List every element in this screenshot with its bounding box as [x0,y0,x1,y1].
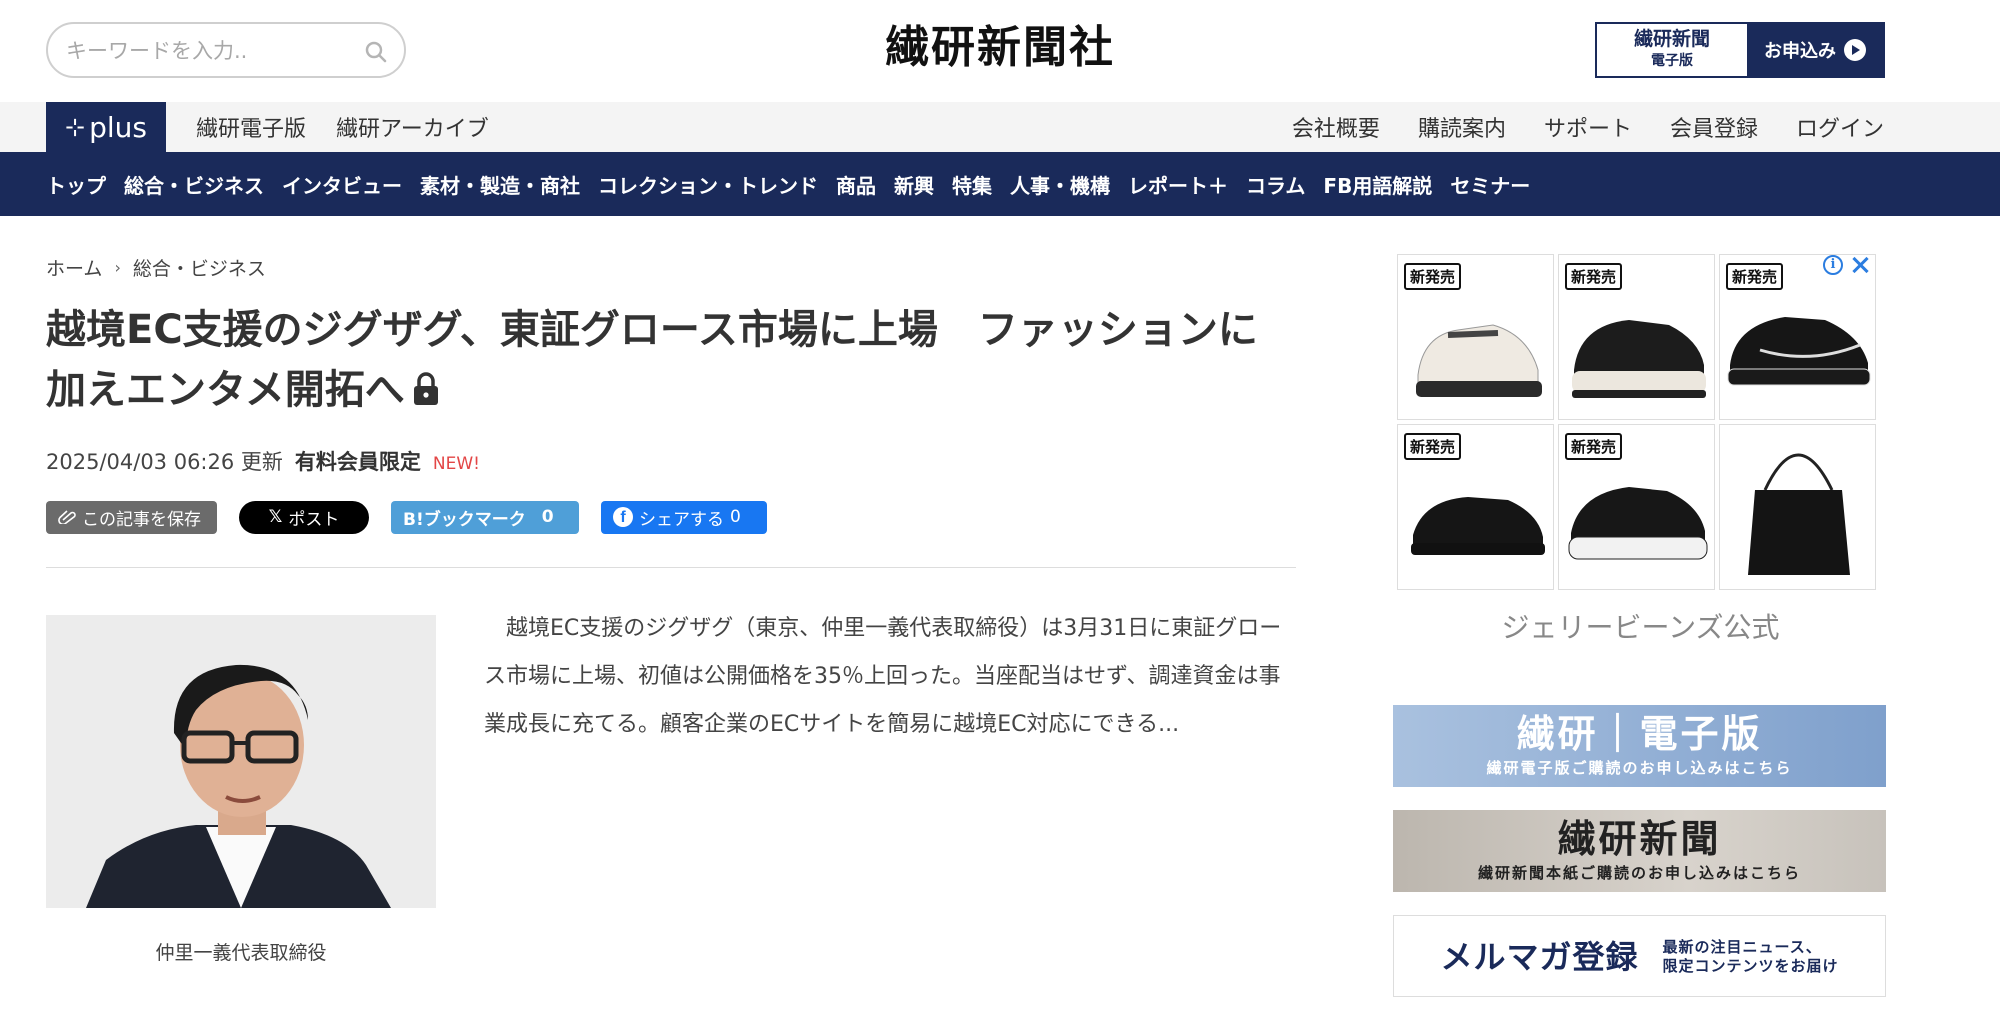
new-badge: NEW! [432,454,480,474]
handbag-image [1748,453,1850,575]
save-article-button[interactable]: この記事を保存 [46,500,217,534]
digital-edition-banner-title: 繊研｜電子版 [1516,711,1763,756]
new-release-badge: 新発売 [1726,263,1784,290]
plus-tab[interactable]: ⊹ plus [46,102,166,152]
nav-item-materials[interactable]: 素材・製造・商社 [420,170,580,199]
digital-edition-banner[interactable]: 繊研｜電子版 繊研電子版ご購読のお申し込みはこちら [1393,705,1886,787]
site-logo[interactable]: 繊研新聞社 [760,18,1240,78]
subscribe-product-type: 電子版 [1651,53,1693,69]
hatena-bookmark-button[interactable]: B!ブックマーク 0 [391,500,579,534]
ad-info-icon[interactable]: i [1823,255,1843,275]
search-box[interactable] [46,22,406,78]
product-ad[interactable]: 新発売 新発売 新発売 i 新発売 新発売 [1397,254,1884,591]
facebook-share-button[interactable]: f シェアする 0 [601,500,767,534]
ad-product-1[interactable]: 新発売 [1397,254,1554,420]
x-post-label: ポスト [288,509,340,530]
utility-nav: ⊹ plus 繊研電子版 繊研アーカイブ 会社概要 購読案内 サポート 会員登録… [0,102,2000,152]
nav-item-emerging[interactable]: 新興 [894,170,934,199]
article-title: 越境EC支援のジグザグ、東証グロース市場に上場 ファッションに加えエンタメ開拓へ [46,300,1296,420]
portrait-image [46,615,436,908]
article-body: 越境EC支援のジグザグ（東京、仲里一義代表取締役）は3月31日に東証グロース市場… [484,616,1282,737]
paid-member-label: 有料会員限定 [294,450,421,474]
plus-sparkle-icon: ⊹ [65,113,86,141]
subscribe-button[interactable]: 繊研新聞 電子版 お申込み [1595,22,1885,78]
link-archive[interactable]: 繊研アーカイブ [336,111,489,143]
new-release-badge: 新発売 [1404,433,1462,460]
subscribe-product-name: 繊研新聞 [1633,28,1710,50]
paperclip-icon [58,510,76,524]
nav-item-products[interactable]: 商品 [836,170,876,199]
search-icon[interactable] [364,40,388,64]
category-nav: トップ 総合・ビジネス インタビュー 素材・製造・商社 コレクション・トレンド … [0,152,2000,216]
subscribe-cta[interactable]: お申込み [1747,24,1883,76]
share-buttons: この記事を保存 𝕏 ポスト B!ブックマーク 0 f シェアする 0 [46,500,767,534]
newsletter-banner-line1: 最新の注目ニュース、 [1662,938,1822,956]
subscribe-cta-label: お申込み [1764,41,1836,62]
newsletter-banner[interactable]: メルマガ登録 最新の注目ニュース、 限定コンテンツをお届け [1393,915,1886,997]
newspaper-banner-title: 繊研新聞 [1557,816,1722,861]
search-input[interactable] [66,36,346,66]
newsletter-banner-subtitle: 最新の注目ニュース、 限定コンテンツをお届け [1663,938,1839,976]
arrow-circle-icon [1844,39,1866,61]
ad-product-3[interactable]: 新発売 i [1719,254,1876,420]
newspaper-banner-subtitle: 繊研新聞本紙ご購読のお申し込みはこちら [1477,864,1801,882]
facebook-share-label: シェアする [639,509,724,530]
nav-item-personnel[interactable]: 人事・機構 [1010,170,1110,199]
link-support[interactable]: サポート [1544,111,1632,143]
lock-icon [413,372,438,405]
nav-item-glossary[interactable]: FB用語解説 [1323,170,1432,199]
nav-item-column[interactable]: コラム [1246,170,1305,199]
facebook-icon: f [613,507,633,527]
hatena-bookmark-count: 0 [541,507,554,527]
newsletter-banner-title: メルマガ登録 [1440,938,1639,976]
chevron-right-icon: › [114,258,121,277]
nav-item-interview[interactable]: インタビュー [282,170,402,199]
photo-caption: 仲里一義代表取締役 [155,942,327,964]
nav-item-report[interactable]: レポート＋ [1128,170,1228,199]
new-release-badge: 新発売 [1404,263,1462,290]
ad-brand-name[interactable]: ジェリービーンズ公式 [1397,606,1884,646]
ad-controls: i [1823,255,1869,275]
account-links: 会社概要 購読案内 サポート 会員登録 ログイン [1292,102,1884,152]
nav-item-business[interactable]: 総合・ビジネス [124,170,264,199]
new-release-badge: 新発売 [1565,263,1623,290]
divider [46,567,1296,568]
save-article-label: この記事を保存 [82,509,201,530]
facebook-share-count: 0 [730,507,741,527]
hatena-bookmark-label: B!ブックマーク [403,509,526,530]
link-digital-edition[interactable]: 繊研電子版 [196,111,306,143]
article-photo[interactable] [46,615,436,908]
breadcrumb: ホーム › 総合・ビジネス [46,254,266,281]
site-header: 繊研新聞社 繊研新聞 電子版 お申込み [0,0,2000,102]
newspaper-banner[interactable]: 繊研新聞 繊研新聞本紙ご購読のお申し込みはこちら [1393,810,1886,892]
nav-item-collection[interactable]: コレクション・トレンド [598,170,818,199]
link-login[interactable]: ログイン [1796,111,1884,143]
nav-item-seminar[interactable]: セミナー [1450,170,1530,199]
article-date: 2025/04/03 06:26 更新 [46,450,283,474]
breadcrumb-category[interactable]: 総合・ビジネス [133,254,266,281]
x-logo-icon: 𝕏 [268,507,283,527]
newsletter-banner-line2: 限定コンテンツをお届け [1662,957,1839,975]
article-title-text: 越境EC支援のジグザグ、東証グロース市場に上場 ファッションに加えエンタメ開拓へ [46,307,1258,413]
ad-product-4[interactable]: 新発売 [1397,424,1554,590]
ad-product-6[interactable] [1719,424,1876,590]
nav-item-features[interactable]: 特集 [952,170,992,199]
digital-edition-banner-subtitle: 繊研電子版ご購読のお申し込みはこちら [1486,759,1793,777]
plus-tab-label: plus [89,110,147,144]
service-links: 繊研電子版 繊研アーカイブ [196,102,489,152]
breadcrumb-home[interactable]: ホーム [46,254,102,281]
link-company[interactable]: 会社概要 [1292,111,1380,143]
ad-product-5[interactable]: 新発売 [1558,424,1715,590]
subscribe-product[interactable]: 繊研新聞 電子版 [1597,24,1747,76]
ad-product-2[interactable]: 新発売 [1558,254,1715,420]
article-meta: 2025/04/03 06:26 更新 有料会員限定 NEW! [46,446,480,476]
nav-item-top[interactable]: トップ [46,170,106,199]
x-post-button[interactable]: 𝕏 ポスト [239,500,369,534]
ad-close-icon[interactable] [1851,256,1869,274]
new-release-badge: 新発売 [1565,433,1623,460]
link-subscription-guide[interactable]: 購読案内 [1418,111,1506,143]
link-register[interactable]: 会員登録 [1670,111,1758,143]
